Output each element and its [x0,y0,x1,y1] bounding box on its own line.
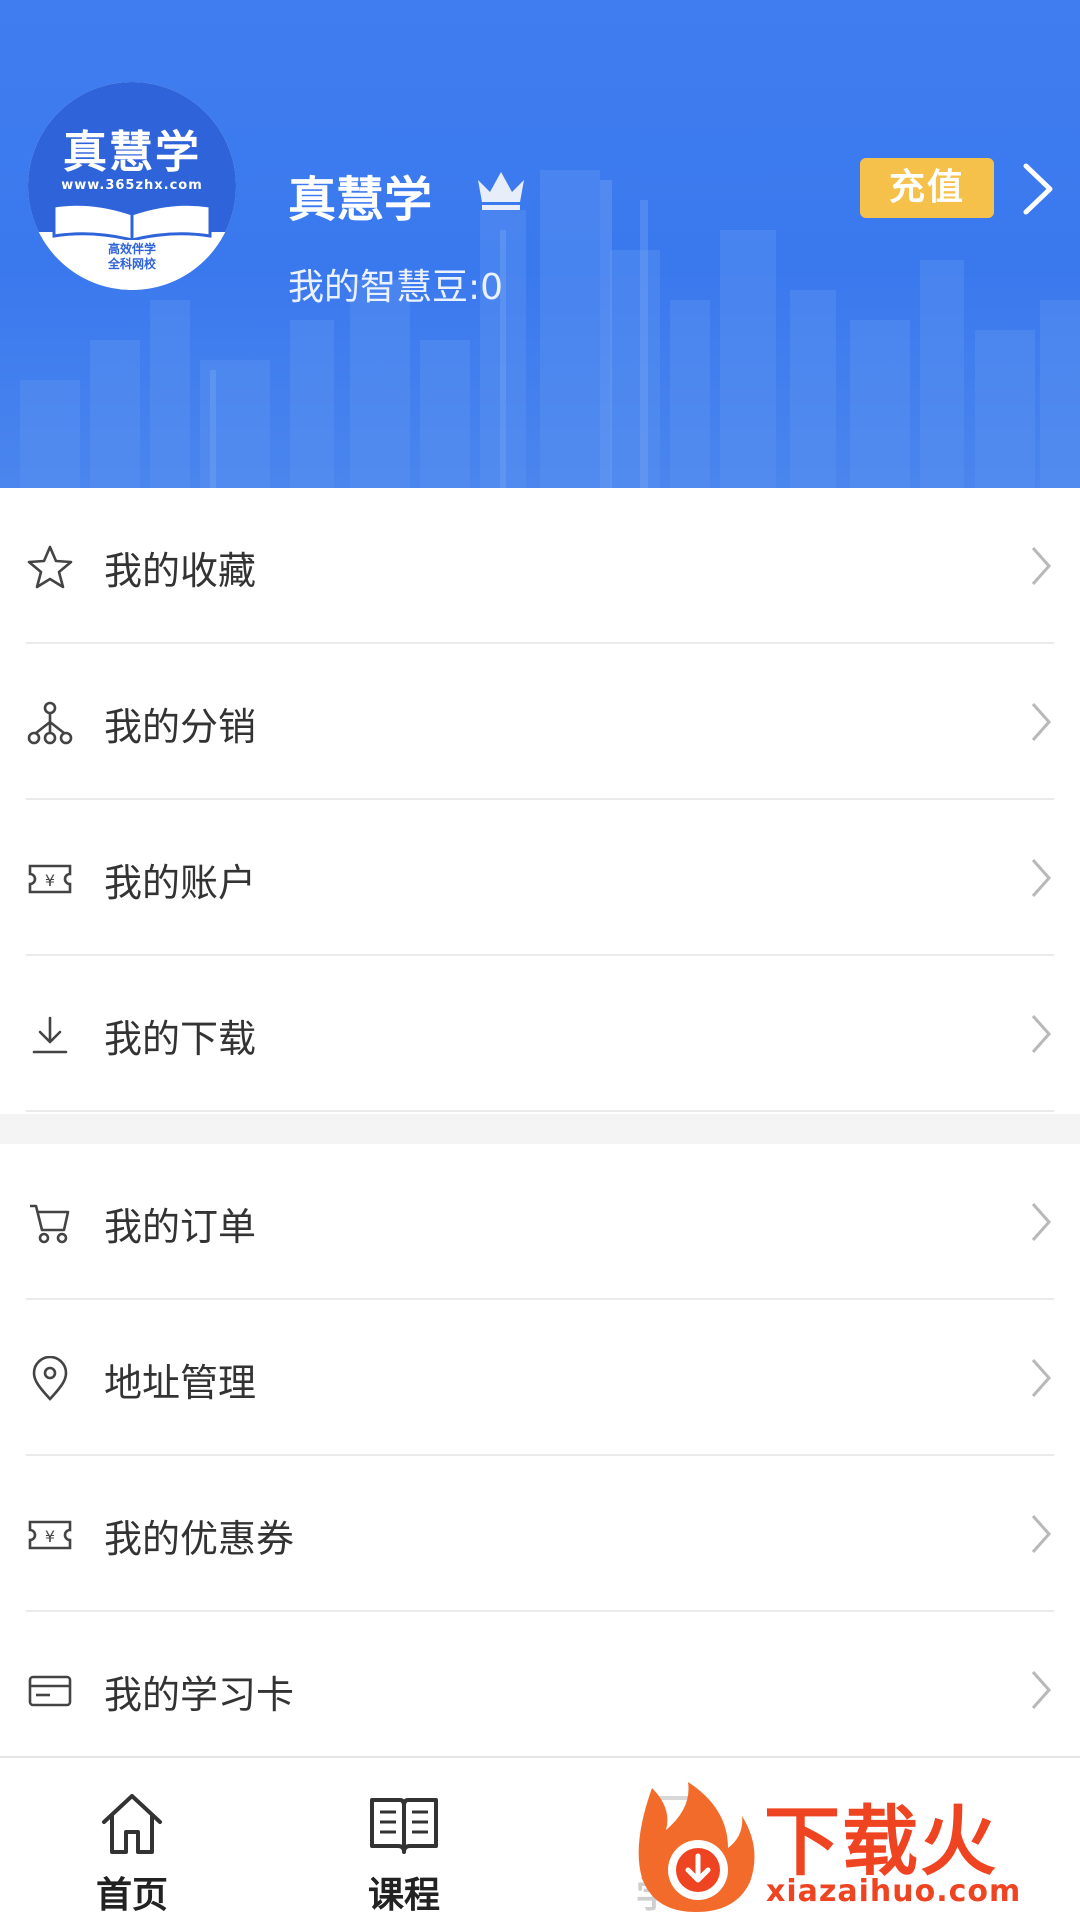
avatar[interactable]: 真慧学 www.365zhx.com 高效伴学 全科网校 [28,82,236,290]
home-icon [102,1794,162,1854]
tab-label: 课程 [367,1875,440,1916]
cart-icon [30,1204,70,1244]
profile-header: 真慧学 www.365zhx.com 高效伴学 全科网校 真慧学 我的智慧豆:0… [0,0,1080,488]
section-gap [0,1114,1080,1144]
menu-item-coupons[interactable]: ¥ 我的优惠券 [0,1456,1080,1612]
tab-label: 首页 [95,1875,168,1916]
location-pin-icon [32,1356,68,1401]
book-icon [370,1798,438,1854]
tab-courses[interactable]: 课程 [304,1758,504,1920]
open-book-icon [52,202,212,240]
download-icon [32,1016,68,1054]
avatar-slogan: 高效伴学 全科网校 [28,242,236,272]
menu-item-label: 地址管理 [104,1361,257,1405]
menu-item-label: 我的订单 [104,1205,257,1249]
crown-icon [478,172,524,210]
network-icon [27,701,73,745]
menu-item-label: 我的收藏 [104,549,257,593]
flame-logo-icon [638,1782,755,1912]
avatar-url-text: www.365zhx.com [61,178,203,193]
svg-text:¥: ¥ [45,871,55,890]
svg-text:¥: ¥ [45,1527,55,1546]
watermark-logo: 下载火 xiazaihuo.com [632,1774,1072,1920]
divider [26,1110,1054,1112]
username: 真慧学 [288,172,433,228]
chevron-right-icon [1031,859,1052,897]
avatar-brand-text: 真慧学 [63,127,201,178]
menu-item-label: 我的优惠券 [104,1517,295,1561]
menu-item-study-card[interactable]: 我的学习卡 [0,1612,1080,1768]
chevron-right-icon [1031,1359,1052,1397]
menu-item-orders[interactable]: 我的订单 [0,1144,1080,1300]
yuan-ticket-icon: ¥ [28,1520,72,1550]
menu-item-label: 我的学习卡 [104,1673,295,1717]
chevron-right-icon [1031,1203,1052,1241]
beans-balance: 我的智慧豆:0 [288,267,504,308]
avatar-slogan-line-1: 高效伴学 [107,242,156,256]
watermark-url: xiazaihuo.com [766,1874,1022,1909]
menu-group-1: 我的收藏 我的分销 ¥ 我的账户 我的下载 [0,488,1080,1112]
menu-item-label: 我的分销 [104,705,257,749]
menu-item-label: 我的下载 [104,1017,257,1061]
menu-item-address[interactable]: 地址管理 [0,1300,1080,1456]
chevron-right-icon [1031,703,1052,741]
star-icon [27,545,73,589]
yuan-ticket-icon: ¥ [28,864,72,894]
menu-item-account[interactable]: ¥ 我的账户 [0,800,1080,956]
chevron-right-icon [1031,1515,1052,1553]
card-icon [28,1675,72,1707]
menu-item-distribution[interactable]: 我的分销 [0,644,1080,800]
tab-home[interactable]: 首页 [32,1758,232,1920]
menu-group-2: 我的订单 地址管理 ¥ 我的优惠券 我的学习卡 [0,1144,1080,1768]
menu-item-label: 我的账户 [104,861,257,905]
chevron-right-icon[interactable] [1018,160,1058,218]
chevron-right-icon [1031,1015,1052,1053]
menu-item-favorites[interactable]: 我的收藏 [0,488,1080,644]
chevron-right-icon [1031,1671,1052,1709]
recharge-button[interactable]: 充值 [860,158,994,218]
avatar-slogan-line-2: 全科网校 [107,257,156,271]
chevron-right-icon [1031,547,1052,585]
menu-item-downloads[interactable]: 我的下载 [0,956,1080,1112]
